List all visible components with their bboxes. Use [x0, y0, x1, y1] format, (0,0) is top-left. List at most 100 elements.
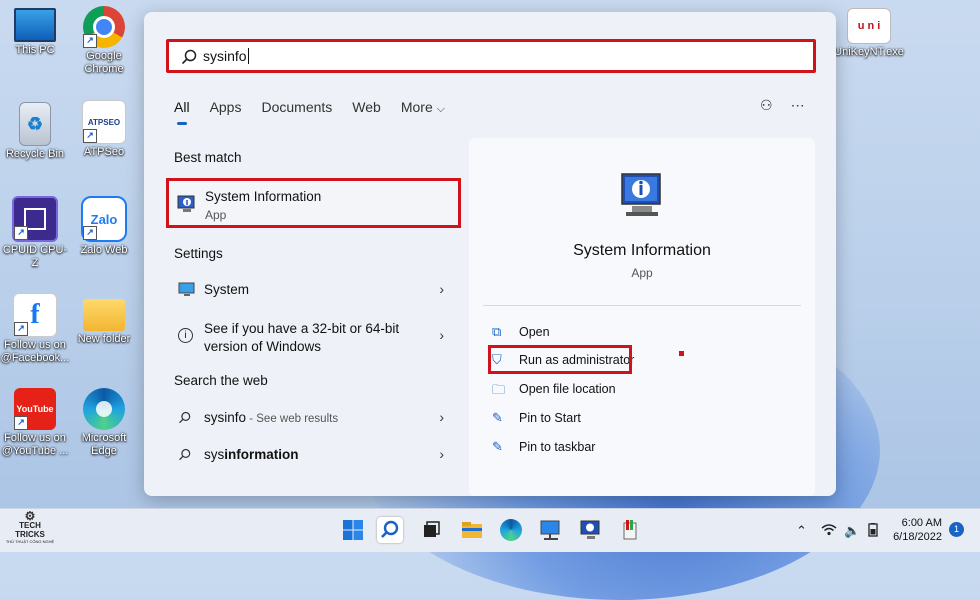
- desktop-icon-edge[interactable]: Microsoft Edge: [69, 388, 139, 458]
- battery-glyph: [868, 523, 878, 537]
- tab-all[interactable]: All: [174, 99, 190, 125]
- desktop-icon-atpseo[interactable]: ATPSEO ↗ ATPSeo: [69, 100, 139, 159]
- edge-icon: [83, 388, 125, 430]
- show-hidden-icons-chevron[interactable]: ⌃: [796, 523, 807, 539]
- folder-icon: 🗀: [492, 382, 506, 397]
- web-result-completion: information: [224, 447, 299, 462]
- volume-icon[interactable]: 🔈: [844, 523, 860, 539]
- system-information-large-icon: [621, 173, 661, 216]
- folder-icon: [83, 299, 125, 331]
- tab-apps[interactable]: Apps: [210, 99, 242, 116]
- taskbar-search-button[interactable]: [377, 517, 403, 543]
- action-label: Open file location: [519, 382, 616, 396]
- chevron-right-icon: ›: [439, 281, 444, 297]
- web-result-prefix: sys: [204, 447, 225, 462]
- more-options-icon[interactable]: ⋯: [791, 97, 805, 114]
- desktop-icon-cpu-z[interactable]: ↗ CPUID CPU-Z: [0, 196, 70, 270]
- settings-result-system[interactable]: System ›: [170, 273, 450, 307]
- unikey-icon: u n i: [847, 8, 891, 44]
- search-icon: [381, 520, 399, 538]
- desktop-icon-youtube[interactable]: YouTube ↗ Follow us on @YouTube ...: [0, 388, 70, 458]
- action-label: Pin to taskbar: [519, 440, 596, 454]
- shortcut-arrow-icon: ↗: [14, 322, 28, 336]
- shortcut-arrow-icon: ↗: [14, 226, 28, 240]
- chevron-right-icon: ›: [439, 327, 444, 343]
- system-information-icon: [580, 520, 600, 539]
- chevron-right-icon: ›: [439, 446, 444, 462]
- best-match-result[interactable]: System Information App: [166, 178, 461, 228]
- windows-logo-icon: [343, 520, 363, 540]
- notification-badge[interactable]: 1: [949, 522, 964, 537]
- youtube-logo-text: YouTube: [16, 404, 54, 414]
- recycle-bin-icon: ♻: [19, 102, 51, 146]
- desktop-icon-label: Google Chrome: [84, 50, 124, 75]
- wifi-glyph: [821, 524, 837, 536]
- atpseo-logo-text: ATPSEO: [87, 117, 121, 127]
- open-icon: ⧉: [492, 324, 502, 339]
- settings-result-label-line2: version of Windows: [204, 339, 322, 354]
- desktop-icon-chrome[interactable]: ↗ Google Chrome: [69, 6, 139, 76]
- taskbar-clock[interactable]: 6:00 AM 6/18/2022: [890, 516, 942, 544]
- action-open[interactable]: ⧉ Open: [490, 321, 790, 343]
- clock-date: 6/18/2022: [893, 531, 942, 543]
- settings-result-bitness[interactable]: i See if you have a 32-bit or 64-bit vers…: [170, 317, 450, 357]
- tab-more[interactable]: More ⌵: [401, 99, 445, 116]
- desktop-icon-recycle-bin[interactable]: ♻ Recycle Bin: [0, 102, 70, 161]
- watermark-title: TECH TRICKS: [15, 521, 45, 539]
- taskbar-system-information[interactable]: [578, 517, 604, 543]
- settings-result-label: System: [204, 282, 250, 297]
- desktop-icon-unikey[interactable]: u n i UniKeyNT.exe: [834, 8, 904, 59]
- shortcut-arrow-icon: ↗: [14, 416, 28, 430]
- start-button[interactable]: [340, 517, 366, 543]
- desktop-icon-label: Zalo Web: [80, 244, 128, 256]
- action-pin-to-taskbar[interactable]: ✎ Pin to taskbar: [490, 436, 790, 458]
- taskbar-file-explorer[interactable]: [459, 517, 485, 543]
- settings-result-bitness-text: See if you have a 32-bit or 64-bit versio…: [204, 320, 399, 356]
- chevron-right-icon: ›: [439, 409, 444, 425]
- zalo-icon: Zalo ↗: [81, 196, 127, 242]
- tab-web[interactable]: Web: [352, 99, 381, 116]
- web-result-suffix: - See web results: [246, 413, 339, 425]
- shortcut-arrow-icon: ↗: [83, 129, 97, 143]
- tab-more-label: More: [400, 99, 433, 115]
- web-result-sysinfo[interactable]: sysinfo - See web results ›: [170, 401, 450, 435]
- taskbar-network-app[interactable]: [538, 517, 564, 543]
- action-open-file-location[interactable]: 🗀 Open file location: [490, 378, 790, 400]
- cpu-z-icon: ↗: [12, 196, 58, 242]
- search-icon: [181, 49, 197, 65]
- desktop-icon-this-pc[interactable]: This PC: [0, 8, 70, 57]
- task-view-button[interactable]: [418, 517, 444, 543]
- best-match-title: System Information: [205, 189, 322, 204]
- zalo-logo-text: Zalo: [90, 211, 118, 227]
- chevron-down-icon: ⌵: [436, 103, 445, 115]
- network-computer-icon: [540, 520, 560, 540]
- desktop-icon-new-folder[interactable]: New folder: [69, 293, 139, 346]
- action-label: Open: [519, 325, 550, 339]
- search-web-heading: Search the web: [174, 373, 268, 388]
- action-pin-to-start[interactable]: ✎ Pin to Start: [490, 407, 790, 429]
- search-input[interactable]: sysinfo: [166, 39, 816, 73]
- shortcut-arrow-icon: ↗: [83, 34, 97, 48]
- taskbar-paint-app[interactable]: [617, 517, 643, 543]
- desktop-icon-facebook[interactable]: f ↗ Follow us on @Facebook...: [0, 293, 70, 365]
- folder-icon: [462, 522, 482, 538]
- web-result-query: sysinfo: [204, 410, 247, 425]
- battery-icon[interactable]: [866, 523, 880, 540]
- task-view-icon: [424, 521, 440, 537]
- taskbar-edge[interactable]: [498, 517, 524, 543]
- info-icon: i: [178, 328, 193, 343]
- panel-top-icons: ⚇ ⋯: [760, 97, 805, 114]
- wifi-icon[interactable]: [821, 523, 837, 539]
- taskbar: ⌃ 🔈 6:00 AM 6/18/2022 1: [0, 508, 980, 552]
- desktop-icon-label: Microsoft Edge: [81, 432, 127, 457]
- tab-documents[interactable]: Documents: [261, 99, 332, 116]
- chrome-icon: ↗: [83, 6, 125, 48]
- web-result-text: sysinfo - See web results: [204, 410, 338, 425]
- detail-title: System Information: [573, 242, 711, 259]
- desktop-icon-label: Recycle Bin: [5, 148, 65, 160]
- account-switch-icon[interactable]: ⚇: [760, 97, 773, 114]
- search-filter-tabs: All Apps Documents Web More ⌵: [174, 99, 465, 125]
- pin-icon: ✎: [492, 410, 503, 425]
- web-result-sysinformation[interactable]: sysinformation ›: [170, 438, 450, 472]
- desktop-icon-zalo[interactable]: Zalo ↗ Zalo Web: [69, 196, 139, 257]
